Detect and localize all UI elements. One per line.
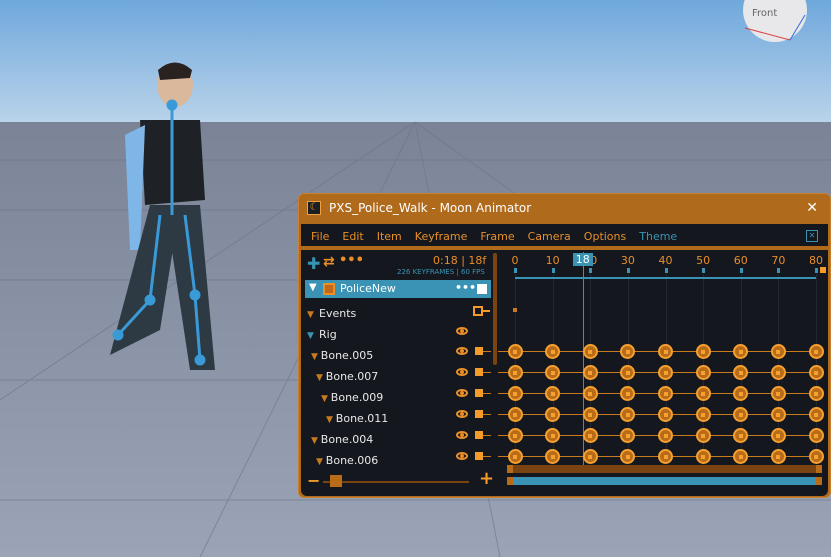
keyframe[interactable] xyxy=(808,365,824,380)
keyframe[interactable] xyxy=(545,344,561,359)
keyframe[interactable] xyxy=(695,344,711,359)
keyframe[interactable] xyxy=(733,428,749,443)
keyframe[interactable] xyxy=(620,449,636,464)
keyframe[interactable] xyxy=(582,344,598,359)
keyframe[interactable] xyxy=(658,449,673,464)
time-tick-label: 70 xyxy=(771,254,786,267)
timeline-range-bar[interactable] xyxy=(507,465,822,473)
keyframe[interactable] xyxy=(733,449,749,464)
end-marker[interactable] xyxy=(820,267,826,273)
tick-mark xyxy=(626,268,630,273)
keyframe[interactable] xyxy=(620,344,636,359)
keyframe[interactable] xyxy=(658,428,673,443)
tick-mark xyxy=(664,268,668,273)
keyframe[interactable] xyxy=(620,428,636,443)
tick-mark xyxy=(514,268,517,273)
title-bar[interactable]: ☾ PXS_Police_Walk - Moon Animator xyxy=(307,201,531,215)
keyframe[interactable] xyxy=(658,407,673,422)
keyframe[interactable] xyxy=(695,449,711,464)
keyframe[interactable] xyxy=(507,365,523,380)
keyframe[interactable] xyxy=(545,365,561,380)
zoom-out-button[interactable]: − xyxy=(307,471,320,490)
keyframe[interactable] xyxy=(620,365,636,380)
keyframe[interactable] xyxy=(733,407,749,422)
playhead-label[interactable]: 18 xyxy=(572,253,593,266)
time-tick-label: 30 xyxy=(620,254,635,267)
svg-text:Front: Front xyxy=(752,8,777,19)
keyframe[interactable] xyxy=(545,428,561,443)
keyframe[interactable] xyxy=(733,344,749,359)
keyframe[interactable] xyxy=(620,407,636,422)
tick-mark xyxy=(702,268,706,273)
keyframe[interactable] xyxy=(545,386,561,401)
keyframe[interactable] xyxy=(695,386,711,401)
keyframe[interactable] xyxy=(658,344,673,359)
tick-mark xyxy=(739,268,743,273)
range-bracket xyxy=(515,277,816,279)
keyframe[interactable] xyxy=(808,449,824,464)
window-body: File Edit Item Keyframe Frame Camera Opt… xyxy=(301,224,828,496)
zoom-in-button[interactable]: + xyxy=(479,468,494,489)
keyframe[interactable] xyxy=(770,386,786,401)
keyframe[interactable] xyxy=(808,344,824,359)
keyframe[interactable] xyxy=(582,407,598,422)
keyframe[interactable] xyxy=(545,449,561,464)
keyframe[interactable] xyxy=(545,407,561,422)
moon-logo-icon: ☾ xyxy=(307,201,321,215)
keyframe[interactable] xyxy=(808,407,824,422)
keyframe[interactable] xyxy=(770,407,786,422)
keyframe[interactable] xyxy=(582,386,598,401)
keyframe[interactable] xyxy=(620,386,636,401)
keyframe[interactable] xyxy=(770,428,786,443)
tick-mark xyxy=(551,268,555,273)
keyframe[interactable] xyxy=(695,428,711,443)
keyframe[interactable] xyxy=(770,344,786,359)
time-tick-label: 50 xyxy=(696,254,711,267)
keyframe[interactable] xyxy=(507,428,523,443)
keyframe[interactable] xyxy=(770,449,786,464)
keyframe[interactable] xyxy=(695,407,711,422)
time-tick-label: 10 xyxy=(545,254,560,267)
close-button[interactable]: ✕ xyxy=(806,200,818,216)
keyframe[interactable] xyxy=(582,449,598,464)
tick-mark xyxy=(815,268,818,273)
keyframe[interactable] xyxy=(695,365,711,380)
keyframe[interactable] xyxy=(507,449,523,464)
tick-mark xyxy=(589,268,593,273)
time-tick-label: 40 xyxy=(658,254,673,267)
time-tick-label: 60 xyxy=(733,254,748,267)
keyframe[interactable] xyxy=(582,365,598,380)
keyframe[interactable] xyxy=(507,407,523,422)
zoom-slider-handle[interactable] xyxy=(330,475,343,487)
keyframe[interactable] xyxy=(582,428,598,443)
keyframe[interactable] xyxy=(507,386,523,401)
keyframe[interactable] xyxy=(658,386,673,401)
keyframe[interactable] xyxy=(733,365,749,380)
keyframe[interactable] xyxy=(808,428,824,443)
moon-animator-window: ☾ PXS_Police_Walk - Moon Animator ✕ File… xyxy=(298,193,831,498)
keyframe[interactable] xyxy=(507,344,523,359)
event-keyframe[interactable] xyxy=(513,308,517,312)
keyframe[interactable] xyxy=(658,365,673,380)
time-tick-label: 0 xyxy=(511,254,519,267)
zoom-slider[interactable] xyxy=(323,481,469,483)
keyframe[interactable] xyxy=(770,365,786,380)
time-tick-label: 80 xyxy=(809,254,823,267)
window-title: PXS_Police_Walk - Moon Animator xyxy=(329,201,532,215)
tick-mark xyxy=(777,268,781,273)
keyframe[interactable] xyxy=(733,386,749,401)
keyframe[interactable] xyxy=(808,386,824,401)
timeline-scroll-bar[interactable] xyxy=(507,477,822,485)
